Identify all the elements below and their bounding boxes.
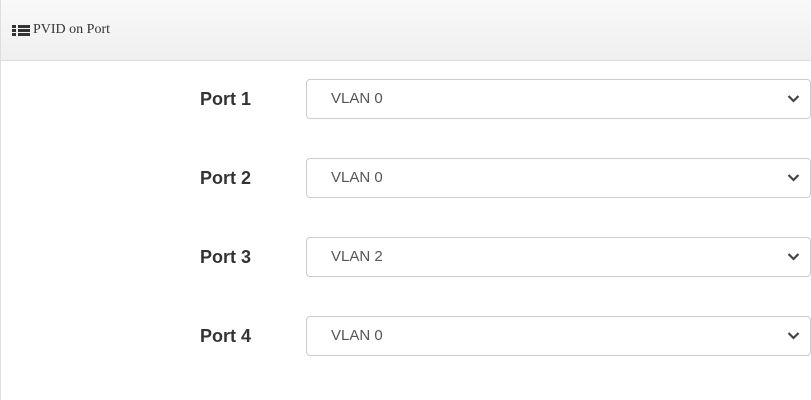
chevron-down-icon — [787, 95, 800, 103]
port-row-2: Port 2 VLAN 0 — [1, 158, 811, 198]
port-row-1: Port 1 VLAN 0 — [1, 79, 811, 119]
port-label-2: Port 2 — [199, 168, 251, 188]
port-3-vlan-value: VLAN 2 — [331, 248, 383, 265]
port-1-vlan-select[interactable]: VLAN 0 — [306, 79, 811, 119]
port-label-3: Port 3 — [199, 247, 251, 267]
port-3-vlan-select[interactable]: VLAN 2 — [306, 237, 811, 277]
port-row-4: Port 4 VLAN 0 — [1, 316, 811, 356]
chevron-down-icon — [787, 174, 800, 182]
chevron-down-icon — [787, 253, 800, 261]
port-label-4: Port 4 — [199, 326, 251, 346]
panel-title: PVID on Port — [33, 22, 111, 37]
pvid-panel: PVID on Port Port 1 VLAN 0 Port 2 VLAN 0… — [0, 0, 811, 400]
list-icon — [12, 25, 30, 36]
port-4-vlan-value: VLAN 0 — [331, 327, 383, 344]
chevron-down-icon — [787, 332, 800, 340]
port-2-vlan-value: VLAN 0 — [331, 169, 383, 186]
panel-header: PVID on Port — [1, 0, 811, 61]
port-4-vlan-select[interactable]: VLAN 0 — [306, 316, 811, 356]
port-2-vlan-select[interactable]: VLAN 0 — [306, 158, 811, 198]
port-row-3: Port 3 VLAN 2 — [1, 237, 811, 277]
port-label-1: Port 1 — [199, 89, 251, 109]
port-1-vlan-value: VLAN 0 — [331, 90, 383, 107]
